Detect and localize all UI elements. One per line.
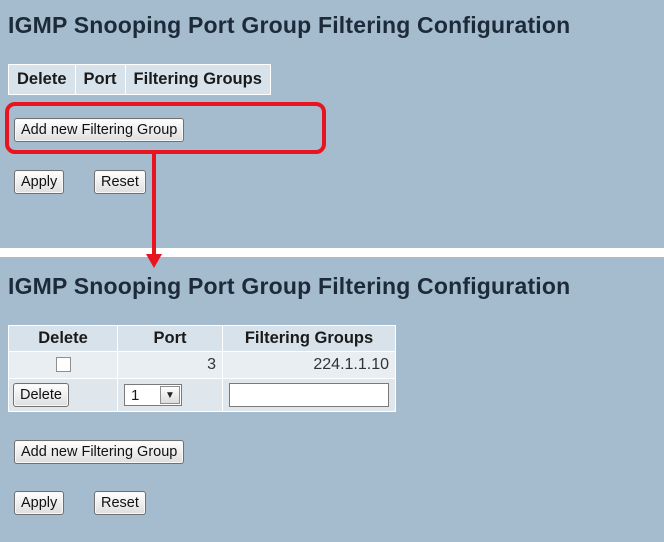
delete-cell: Delete [8, 378, 118, 412]
column-header-port: Port [117, 325, 223, 352]
arrow-line [152, 154, 156, 254]
column-header-delete: Delete [8, 325, 118, 352]
filtering-group-input[interactable] [229, 383, 389, 407]
column-header-filtering-groups: Filtering Groups [124, 64, 271, 95]
highlight-box [5, 102, 326, 154]
page-title: IGMP Snooping Port Group Filtering Confi… [8, 12, 571, 38]
apply-button[interactable]: Apply [14, 170, 65, 194]
column-header-filtering-groups: Filtering Groups [222, 325, 396, 352]
delete-checkbox[interactable] [55, 357, 71, 373]
delete-button[interactable]: Delete [13, 383, 69, 407]
add-new-filtering-group-button[interactable]: Add new Filtering Group [14, 440, 185, 464]
port-select-value: 1 [131, 386, 140, 404]
port-select-cell: 1 ▼ [117, 378, 223, 412]
filtering-group-value: 224.1.1.10 [222, 351, 396, 379]
delete-cell [8, 351, 118, 379]
column-header-delete: Delete [8, 64, 76, 95]
reset-button[interactable]: Reset [94, 170, 146, 194]
table-header-row: Delete Port Filtering Groups [8, 64, 271, 95]
chevron-down-icon[interactable]: ▼ [160, 386, 180, 404]
reset-button[interactable]: Reset [94, 491, 146, 515]
page-title: IGMP Snooping Port Group Filtering Confi… [8, 273, 571, 299]
filtering-table: Delete Port Filtering Groups [8, 64, 271, 95]
apply-button[interactable]: Apply [14, 491, 65, 515]
arrow-down-icon [146, 254, 162, 268]
table-header-row: Delete Port Filtering Groups [8, 325, 396, 352]
filtering-table: Delete Port Filtering Groups 3 224.1.1.1… [8, 325, 396, 412]
new-entry-row: Delete 1 ▼ [8, 378, 396, 412]
port-value: 3 [117, 351, 223, 379]
filtering-group-input-cell [222, 378, 396, 412]
port-select[interactable]: 1 ▼ [124, 384, 182, 406]
column-header-port: Port [74, 64, 126, 95]
table-row: 3 224.1.1.10 [8, 351, 396, 379]
config-panel-after: IGMP Snooping Port Group Filtering Confi… [0, 257, 664, 542]
